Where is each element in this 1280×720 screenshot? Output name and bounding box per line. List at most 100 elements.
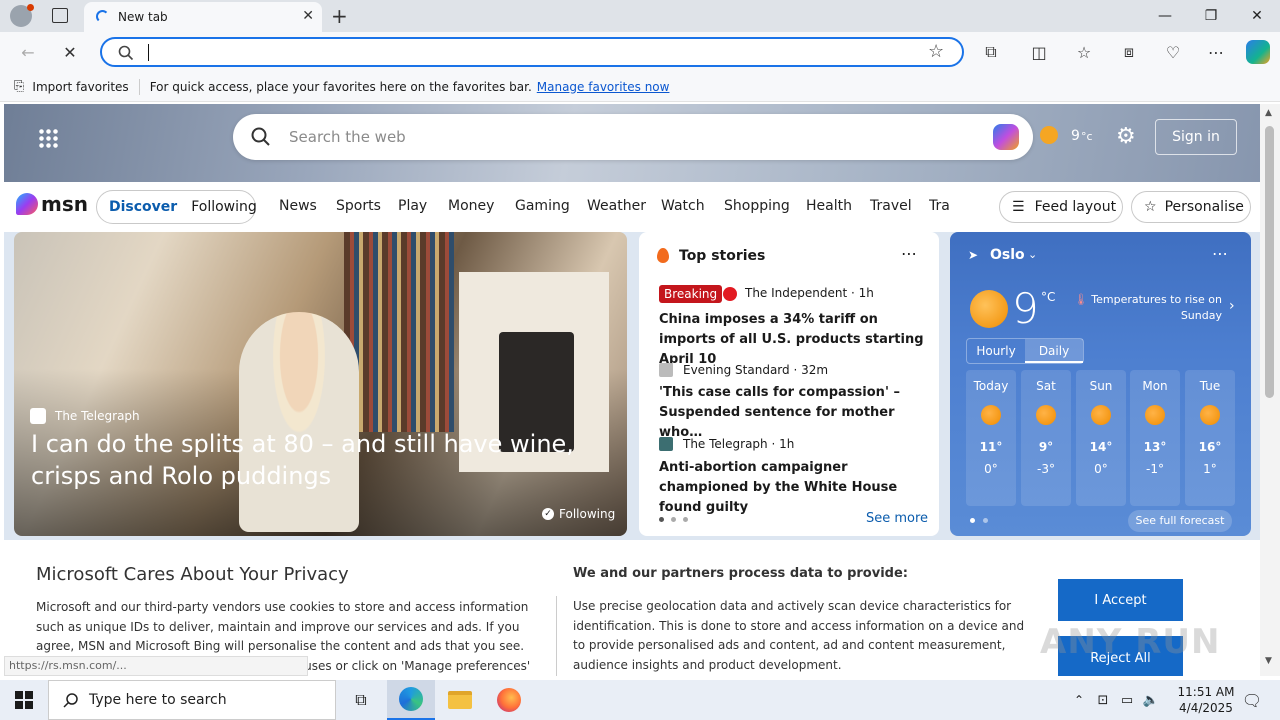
sign-in-label: Sign in xyxy=(1172,129,1220,145)
taskbar-search-box[interactable]: Type here to search xyxy=(48,680,336,720)
story-bookshelf xyxy=(344,232,454,432)
minimize-button[interactable]: — xyxy=(1142,0,1188,32)
sign-in-button[interactable]: Sign in xyxy=(1155,119,1237,155)
page-scrollbar[interactable]: ▲ ▼ xyxy=(1260,104,1280,676)
weather-current-unit: °C xyxy=(1041,290,1056,304)
weather-next-icon[interactable]: › xyxy=(1229,298,1235,314)
edge-taskbar-icon[interactable] xyxy=(387,680,435,720)
msn-search-box[interactable]: Search the web xyxy=(233,114,1033,160)
browser-essentials-icon[interactable]: ♡ xyxy=(1159,40,1187,64)
forecast-day-today[interactable]: Today 11° 0° xyxy=(966,370,1016,506)
address-bar[interactable]: ☆ xyxy=(100,37,964,67)
nav-news[interactable]: News xyxy=(279,198,317,214)
personalise-button[interactable]: ☆ Personalise xyxy=(1131,191,1251,223)
nav-watch[interactable]: Watch xyxy=(661,198,705,214)
taskbar-search-placeholder: Type here to search xyxy=(89,692,227,708)
privacy-divider xyxy=(556,596,557,676)
favorites-icon[interactable]: ☆ xyxy=(1070,40,1098,64)
nav-truncated[interactable]: Tra xyxy=(929,198,951,214)
apps-launcher-icon[interactable] xyxy=(38,128,58,148)
split-screen-icon[interactable]: ◫ xyxy=(1025,40,1053,64)
tab-daily[interactable]: Daily xyxy=(1025,339,1083,363)
top-stories-title: Top stories xyxy=(679,248,766,264)
following-label: Following xyxy=(559,507,616,521)
start-button[interactable] xyxy=(0,680,48,720)
weather-more-icon[interactable]: ⋯ xyxy=(1212,244,1228,263)
file-explorer-icon[interactable] xyxy=(436,680,484,720)
story-headline[interactable]: I can do the splits at 80 – and still ha… xyxy=(31,428,611,492)
taskbar-search-icon xyxy=(63,693,78,708)
forecast-day-sat[interactable]: Sat 9° -3° xyxy=(1021,370,1071,506)
day-high: 9° xyxy=(1038,440,1054,454)
import-favorites-button[interactable]: Import favorites xyxy=(32,80,128,94)
tab-actions-icon[interactable] xyxy=(52,8,68,23)
header-weather-temp[interactable]: 9 xyxy=(1071,128,1080,144)
nav-play[interactable]: Play xyxy=(398,198,427,214)
collections-icon[interactable]: ⧈ xyxy=(1115,40,1143,64)
restore-button[interactable]: ❐ xyxy=(1188,0,1234,32)
settings-gear-icon[interactable]: ⚙ xyxy=(1116,124,1136,149)
carousel-dots[interactable] xyxy=(659,517,688,522)
weather-note[interactable]: Temperatures to rise on Sunday xyxy=(1090,292,1222,324)
header-weather-icon[interactable] xyxy=(1040,126,1058,144)
extensions-icon[interactable]: ⧉ xyxy=(977,40,1005,64)
nav-gaming[interactable]: Gaming xyxy=(515,198,570,214)
new-tab-icon[interactable]: + xyxy=(331,4,348,28)
back-icon[interactable]: ← xyxy=(14,40,42,64)
nav-sports[interactable]: Sports xyxy=(336,198,381,214)
stop-loading-icon[interactable]: ✕ xyxy=(56,40,84,64)
import-favorites-icon[interactable]: ⎘ xyxy=(14,79,24,94)
forecast-day-mon[interactable]: Mon 13° -1° xyxy=(1130,370,1180,506)
nav-weather[interactable]: Weather xyxy=(587,198,646,214)
close-window-button[interactable]: ✕ xyxy=(1234,0,1280,32)
feed-layout-button[interactable]: ☰ Feed layout xyxy=(999,191,1123,223)
story-3-headline[interactable]: Anti-abortion campaigner championed by t… xyxy=(659,458,924,518)
accept-button[interactable]: I Accept xyxy=(1058,579,1183,621)
nav-travel[interactable]: Travel xyxy=(870,198,912,214)
tab-discover[interactable]: Discover xyxy=(109,199,177,215)
close-tab-icon[interactable]: ✕ xyxy=(302,8,314,24)
main-story-card[interactable]: The Telegraph I can do the splits at 80 … xyxy=(14,232,627,536)
following-badge[interactable]: ✓ Following xyxy=(542,507,615,521)
scroll-thumb[interactable] xyxy=(1265,126,1274,398)
tab-following[interactable]: Following xyxy=(191,199,257,215)
scroll-up-icon[interactable]: ▲ xyxy=(1265,108,1272,118)
network-alert-icon[interactable]: ⊡ xyxy=(1092,680,1114,720)
volume-icon[interactable]: 🔈 xyxy=(1140,680,1162,720)
story-source[interactable]: The Telegraph xyxy=(55,409,140,423)
tab-new-tab[interactable]: New tab ✕ xyxy=(84,2,322,32)
privacy-right-body: Use precise geolocation data and activel… xyxy=(573,599,1025,672)
nav-shopping[interactable]: Shopping xyxy=(724,198,790,214)
hourly-daily-toggle: Hourly Daily xyxy=(966,338,1084,364)
msn-logo[interactable]: msn xyxy=(16,192,88,216)
notifications-icon[interactable]: 🗨 xyxy=(1232,680,1272,720)
show-hidden-icons[interactable]: ⌃ xyxy=(1068,680,1090,720)
copilot-search-icon[interactable] xyxy=(993,124,1019,150)
weather-dots[interactable] xyxy=(970,518,988,523)
copilot-icon[interactable] xyxy=(1246,40,1270,64)
weather-city[interactable]: Oslo xyxy=(990,247,1025,263)
forecast-day-sun[interactable]: Sun 14° 0° xyxy=(1076,370,1126,506)
city-chevron-down-icon[interactable]: ⌄ xyxy=(1028,248,1037,261)
see-more-link[interactable]: See more xyxy=(866,511,928,526)
more-menu-icon[interactable]: ⋯ xyxy=(1202,40,1230,64)
forecast-day-tue[interactable]: Tue 16° 1° xyxy=(1185,370,1235,506)
tab-hourly[interactable]: Hourly xyxy=(967,339,1025,363)
firefox-icon[interactable] xyxy=(485,680,533,720)
day-name: Sun xyxy=(1089,379,1113,393)
day-name: Tue xyxy=(1199,379,1221,393)
favorite-star-icon[interactable]: ☆ xyxy=(928,41,944,62)
scroll-down-icon[interactable]: ▼ xyxy=(1265,656,1272,666)
task-view-icon[interactable]: ⧉ xyxy=(338,680,384,720)
partly-cloudy-icon xyxy=(1145,405,1165,425)
story-2-source: Evening Standard · 32m xyxy=(683,363,829,377)
network-icon[interactable]: ▭ xyxy=(1116,680,1138,720)
nav-money[interactable]: Money xyxy=(448,198,494,214)
see-full-forecast-button[interactable]: See full forecast xyxy=(1128,510,1232,532)
top-stories-more-icon[interactable]: ⋯ xyxy=(901,244,917,263)
story-2-headline[interactable]: 'This case calls for compassion' – Suspe… xyxy=(659,383,924,443)
nav-health[interactable]: Health xyxy=(806,198,852,214)
story-1-headline[interactable]: China imposes a 34% tariff on imports of… xyxy=(659,310,924,370)
clock-date: 4/4/2025 xyxy=(1179,701,1233,715)
manage-favorites-link[interactable]: Manage favorites now xyxy=(537,80,670,94)
